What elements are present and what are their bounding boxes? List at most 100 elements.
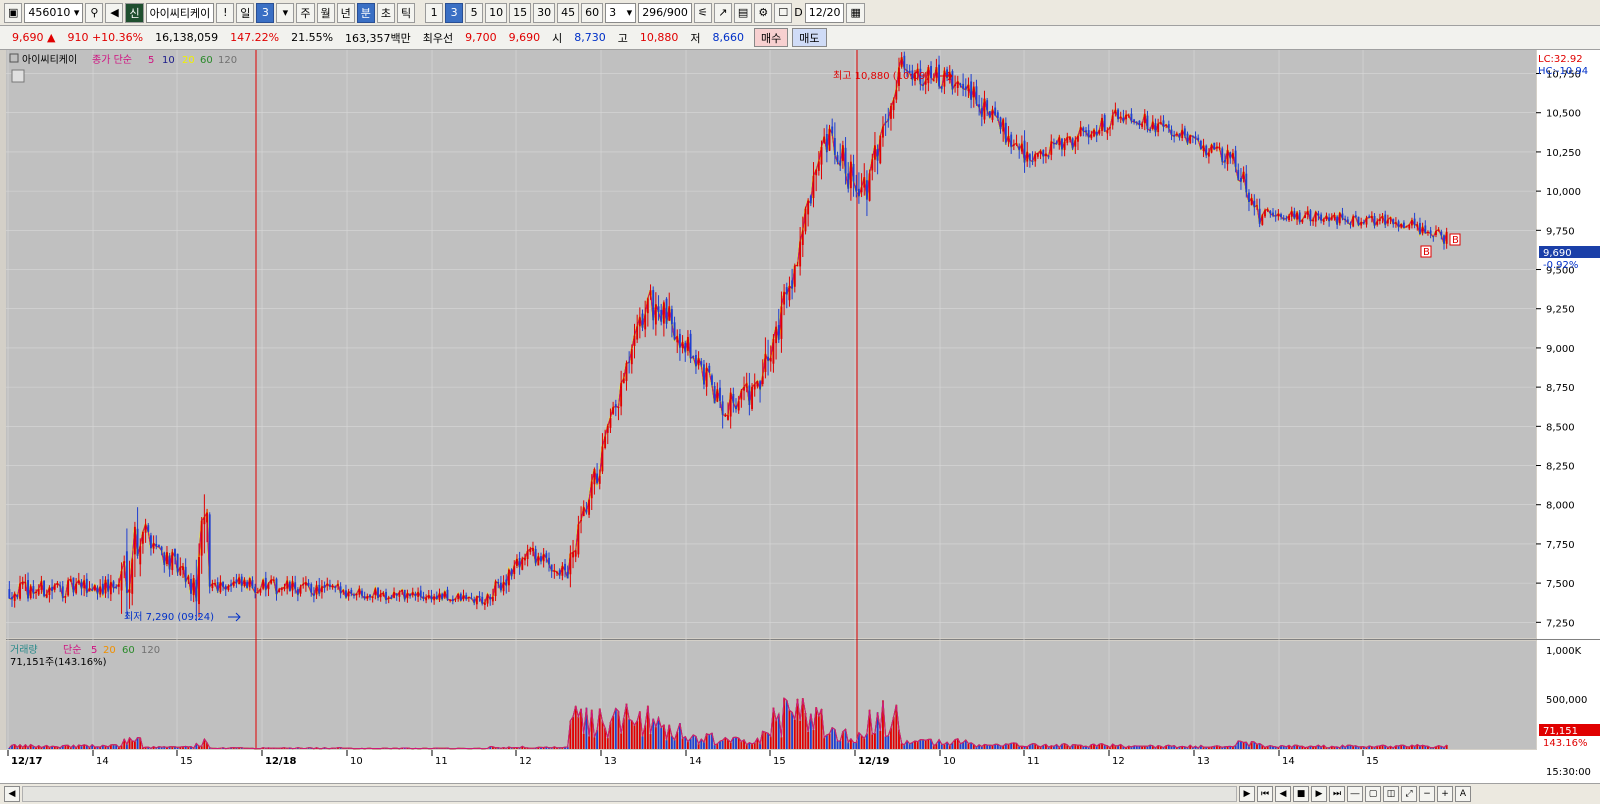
candle-body bbox=[1079, 127, 1082, 137]
candle-body bbox=[206, 512, 208, 523]
grid-toggle-icon[interactable] bbox=[11, 69, 25, 83]
indicator-icon[interactable]: ⚟ bbox=[693, 2, 712, 23]
candle-body bbox=[1304, 215, 1307, 218]
stock-code-input[interactable]: 456010 ▾ bbox=[24, 2, 84, 23]
expand-icon[interactable]: ⤢ bbox=[1401, 786, 1417, 802]
scroll-track[interactable] bbox=[22, 786, 1237, 802]
candle-body bbox=[633, 335, 636, 347]
candle-body bbox=[625, 363, 628, 381]
buy-button[interactable]: 매수 bbox=[754, 28, 789, 47]
period-tick-button[interactable]: 틱 bbox=[397, 2, 416, 23]
first-page-icon[interactable]: ⏮ bbox=[1257, 786, 1273, 802]
minute-option-3[interactable]: 3 bbox=[445, 2, 464, 23]
volume-bar bbox=[724, 737, 727, 749]
candle-body bbox=[532, 548, 534, 552]
candle-body bbox=[1138, 120, 1141, 125]
candle-body bbox=[310, 584, 313, 593]
scroll-left-icon[interactable]: ◀ bbox=[4, 786, 20, 802]
volume-bar bbox=[1010, 743, 1013, 749]
candle-body bbox=[660, 309, 663, 322]
d-checkbox[interactable]: ☐ bbox=[774, 2, 793, 23]
candle-body bbox=[1400, 223, 1403, 228]
stop-icon[interactable]: ■ bbox=[1293, 786, 1309, 802]
chevron-down-icon[interactable]: ▾ bbox=[276, 2, 295, 23]
date-field[interactable]: 12/20 bbox=[804, 2, 845, 23]
candle-body bbox=[331, 585, 334, 588]
candle-body bbox=[753, 384, 756, 390]
calendar-icon[interactable]: ▦ bbox=[846, 2, 865, 23]
volume-bar bbox=[986, 745, 989, 749]
minute-option-30[interactable]: 30 bbox=[533, 2, 556, 23]
candle-body bbox=[767, 356, 770, 361]
window-icon[interactable]: ▣ bbox=[4, 2, 23, 23]
volume-bar bbox=[649, 734, 652, 749]
volume-tick-label: 1,000K bbox=[1546, 646, 1582, 657]
volume-bar bbox=[847, 742, 850, 749]
candle-body bbox=[473, 599, 476, 603]
period-count-select[interactable]: 3 bbox=[256, 2, 275, 23]
candle-body bbox=[721, 401, 724, 415]
candle-body bbox=[922, 84, 924, 86]
price-volume-chart[interactable]: 10,75010,50010,25010,0009,7509,5009,2509… bbox=[0, 50, 1600, 783]
candle-body bbox=[347, 591, 350, 597]
candle-body bbox=[449, 599, 452, 601]
volume-bar bbox=[793, 719, 796, 749]
stock-name-field[interactable]: 아이씨티케이 bbox=[145, 2, 215, 23]
volume-bar bbox=[1242, 742, 1245, 749]
scroll-right-icon[interactable]: ▶ bbox=[1239, 786, 1255, 802]
gear-icon[interactable]: ⚙ bbox=[754, 2, 773, 23]
candle-body bbox=[1381, 216, 1384, 219]
volume-bar bbox=[892, 717, 895, 749]
candle-body bbox=[1277, 213, 1280, 217]
period-day-button[interactable]: 일 bbox=[236, 2, 255, 23]
last-page-icon[interactable]: ⏭ bbox=[1329, 786, 1345, 802]
zoom-slider-icon[interactable]: ― bbox=[1347, 786, 1363, 802]
candle-body bbox=[56, 583, 59, 585]
draw-icon[interactable]: ↗ bbox=[713, 2, 732, 23]
sell-button[interactable]: 매도 bbox=[792, 28, 827, 47]
time-tick-label: 14 bbox=[1282, 756, 1295, 767]
candle-body bbox=[569, 553, 572, 575]
minute-option-1[interactable]: 1 bbox=[425, 2, 444, 23]
fit-icon[interactable]: ▢ bbox=[1365, 786, 1381, 802]
low-value: 8,660 bbox=[712, 31, 745, 44]
zoom-out-icon[interactable]: − bbox=[1419, 786, 1435, 802]
stock-code-value: 456010 bbox=[28, 6, 71, 19]
minute-option-15[interactable]: 15 bbox=[509, 2, 532, 23]
volume-bar bbox=[959, 743, 962, 749]
candle-body bbox=[1237, 169, 1240, 181]
period-week-button[interactable]: 주 bbox=[296, 2, 315, 23]
save-icon[interactable]: ▤ bbox=[733, 2, 753, 23]
candle-body bbox=[454, 598, 457, 600]
sound-icon[interactable]: ◀ bbox=[105, 2, 124, 23]
minute-option-60[interactable]: 60 bbox=[581, 2, 604, 23]
minute-option-10[interactable]: 10 bbox=[485, 2, 508, 23]
zoom-in-icon[interactable]: + bbox=[1437, 786, 1453, 802]
volume-bar bbox=[924, 740, 927, 749]
minute-option-5[interactable]: 5 bbox=[465, 2, 484, 23]
split-icon[interactable]: ◫ bbox=[1383, 786, 1399, 802]
volume-legend-ma60: 60 bbox=[122, 645, 135, 656]
candle-body bbox=[855, 185, 858, 192]
prev-page-icon[interactable]: ◀ bbox=[1275, 786, 1291, 802]
minute-option-45[interactable]: 45 bbox=[557, 2, 580, 23]
interval-select[interactable]: 3 ▾ bbox=[605, 2, 637, 23]
candle-body bbox=[1282, 217, 1285, 220]
notice-button[interactable]: ! bbox=[216, 2, 235, 23]
period-year-button[interactable]: 년 bbox=[336, 2, 355, 23]
auto-scale-icon[interactable]: A bbox=[1455, 786, 1471, 802]
period-minute-button[interactable]: 분 bbox=[356, 2, 375, 23]
candle-body bbox=[844, 147, 847, 174]
period-second-button[interactable]: 초 bbox=[376, 2, 396, 23]
candle-body bbox=[1095, 131, 1098, 136]
candle-body bbox=[876, 149, 879, 161]
time-tick-label: 13 bbox=[604, 756, 617, 767]
next-page-icon[interactable]: ▶ bbox=[1311, 786, 1327, 802]
candle-body bbox=[518, 558, 521, 568]
count-field[interactable]: 296/900 bbox=[638, 2, 692, 23]
candle-body bbox=[1419, 223, 1421, 234]
period-month-button[interactable]: 월 bbox=[316, 2, 335, 23]
search-icon[interactable]: ⚲ bbox=[85, 2, 104, 23]
volume-bar bbox=[708, 734, 711, 749]
price-tick-label: 10,250 bbox=[1546, 148, 1581, 159]
